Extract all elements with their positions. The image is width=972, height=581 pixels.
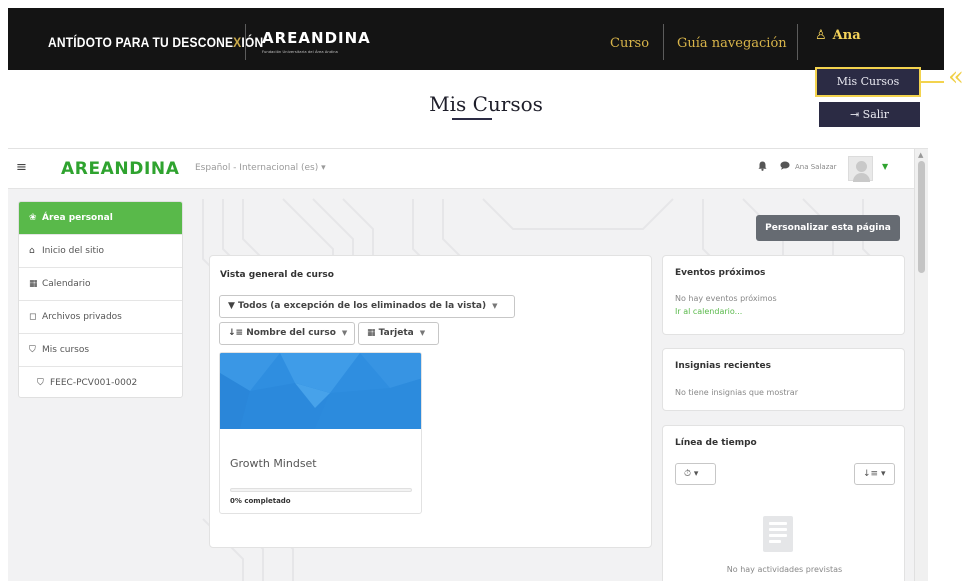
timeline-block: Línea de tiempo ⏱ ▾ ↓≡ ▾ No hay activida… [662,425,905,581]
brand-tagline: ANTÍDOTO PARA TU DESCONEXIÓN [48,34,264,50]
page-title: Mis Cursos [429,92,543,116]
moodle-logo[interactable]: AREANDINA [61,159,179,179]
hamburger-menu-icon[interactable]: ≡ [16,160,27,175]
user-name[interactable]: Ana Salazar [795,163,837,171]
language-selector[interactable]: Español - Internacional (es) ▾ [195,163,326,173]
sidebar-item-calendario[interactable]: ▦ Calendario [19,268,182,301]
sidebar-item-area-personal[interactable]: ❀ Área personal [19,202,182,235]
timeline-sort-dropdown[interactable]: ↓≡ ▾ [854,463,895,485]
chevron-down-icon: ▾ [693,469,699,479]
sidebar-item-course[interactable]: ⛉ FEEC-PCV001-0002 [19,367,182,397]
clock-icon: ⏱ [684,469,692,479]
timeline-filter-dropdown[interactable]: ⏱ ▾ [675,463,716,485]
course-image[interactable] [220,353,421,429]
header-divider [245,24,246,60]
timeline-empty-text: No hay actividades previstas [726,565,843,574]
title-underline [452,118,492,120]
scrollbar[interactable]: ▲ [914,149,928,581]
chevron-down-icon[interactable]: ▼ [882,162,888,171]
sidebar-item-mis-cursos[interactable]: ⛉ Mis cursos [19,334,182,367]
empty-list-icon [763,516,793,552]
user-icon: ♙ [815,28,827,43]
moodle-screenshot: ≡ AREANDINA Español - Internacional (es)… [8,148,928,581]
scroll-up-icon[interactable]: ▲ [918,151,923,159]
recent-badges-block: Insignias recientes No tiene insignias q… [662,348,905,411]
course-filter-dropdown[interactable]: ▼ Todos (a excepción de los eliminados d… [219,295,515,318]
user-menu-link[interactable]: ♙ Ana [815,28,861,43]
chevron-down-icon: ▼ [492,302,498,310]
highlight-pointer-line [921,81,944,83]
nav-divider [797,24,798,60]
sidebar-item-archivos-privados[interactable]: ◻ Archivos privados [19,301,182,334]
dashboard-icon: ❀ [29,213,37,223]
graduation-cap-icon: ⛉ [37,378,44,388]
course-progress-text: 0% completado [230,497,291,505]
home-icon: ⌂ [29,246,35,256]
bell-icon[interactable] [758,161,767,174]
highlight-chevron-icon: « [948,62,964,92]
course-sort-dropdown[interactable]: ↓≡ Nombre del curso ▼ [219,322,355,345]
personalize-page-button[interactable]: Personalizar esta página [756,215,900,241]
calendar-link[interactable]: Ir al calendario... [675,307,742,316]
nav-link-guia-navegacion[interactable]: Guía navegación [677,36,787,51]
sidebar-item-inicio-del-sitio[interactable]: ⌂ Inicio del sitio [19,235,182,268]
timeline-title: Línea de tiempo [675,438,757,448]
areandina-logo-subtitle: Fundación Universitaria del Área Andina [262,50,338,54]
course-view-dropdown[interactable]: ▦ Tarjeta ▼ [358,322,439,345]
chevron-down-icon: ▾ [880,469,886,479]
nav-divider [663,24,664,60]
chevron-down-icon: ▾ [321,163,326,173]
recent-badges-empty: No tiene insignias que mostrar [675,388,798,397]
avatar[interactable] [848,156,873,182]
course-progress-bar [230,488,412,492]
course-overview-title: Vista general de curso [220,270,334,280]
moodle-sidebar: ❀ Área personal ⌂ Inicio del sitio ▦ Calend… [18,201,183,398]
chevron-down-icon: ▼ [419,329,426,337]
scrollbar-thumb[interactable] [918,161,925,273]
file-icon: ◻ [29,312,37,322]
course-card[interactable]: Growth Mindset 0% completado [219,352,422,514]
upcoming-events-title: Eventos próximos [675,268,766,278]
sort-icon: ↓≡ [863,469,879,479]
course-overview-block: Vista general de curso ▼ Todos (a excepc… [209,255,652,548]
graduation-cap-icon: ⛉ [29,345,36,355]
areandina-logo[interactable]: AREANDINA [262,29,371,47]
recent-badges-title: Insignias recientes [675,361,771,371]
upcoming-events-block: Eventos próximos No hay eventos próximos… [662,255,905,335]
course-name[interactable]: Growth Mindset [230,457,317,470]
chat-icon[interactable] [780,161,790,173]
calendar-icon: ▦ [29,279,38,289]
chevron-down-icon: ▼ [341,329,348,337]
top-header-bar: ANTÍDOTO PARA TU DESCONEXIÓN AREANDINA F… [8,8,944,70]
moodle-navbar: ≡ AREANDINA Español - Internacional (es)… [8,149,914,189]
nav-link-curso[interactable]: Curso [610,36,649,51]
upcoming-events-empty: No hay eventos próximos [675,294,777,303]
